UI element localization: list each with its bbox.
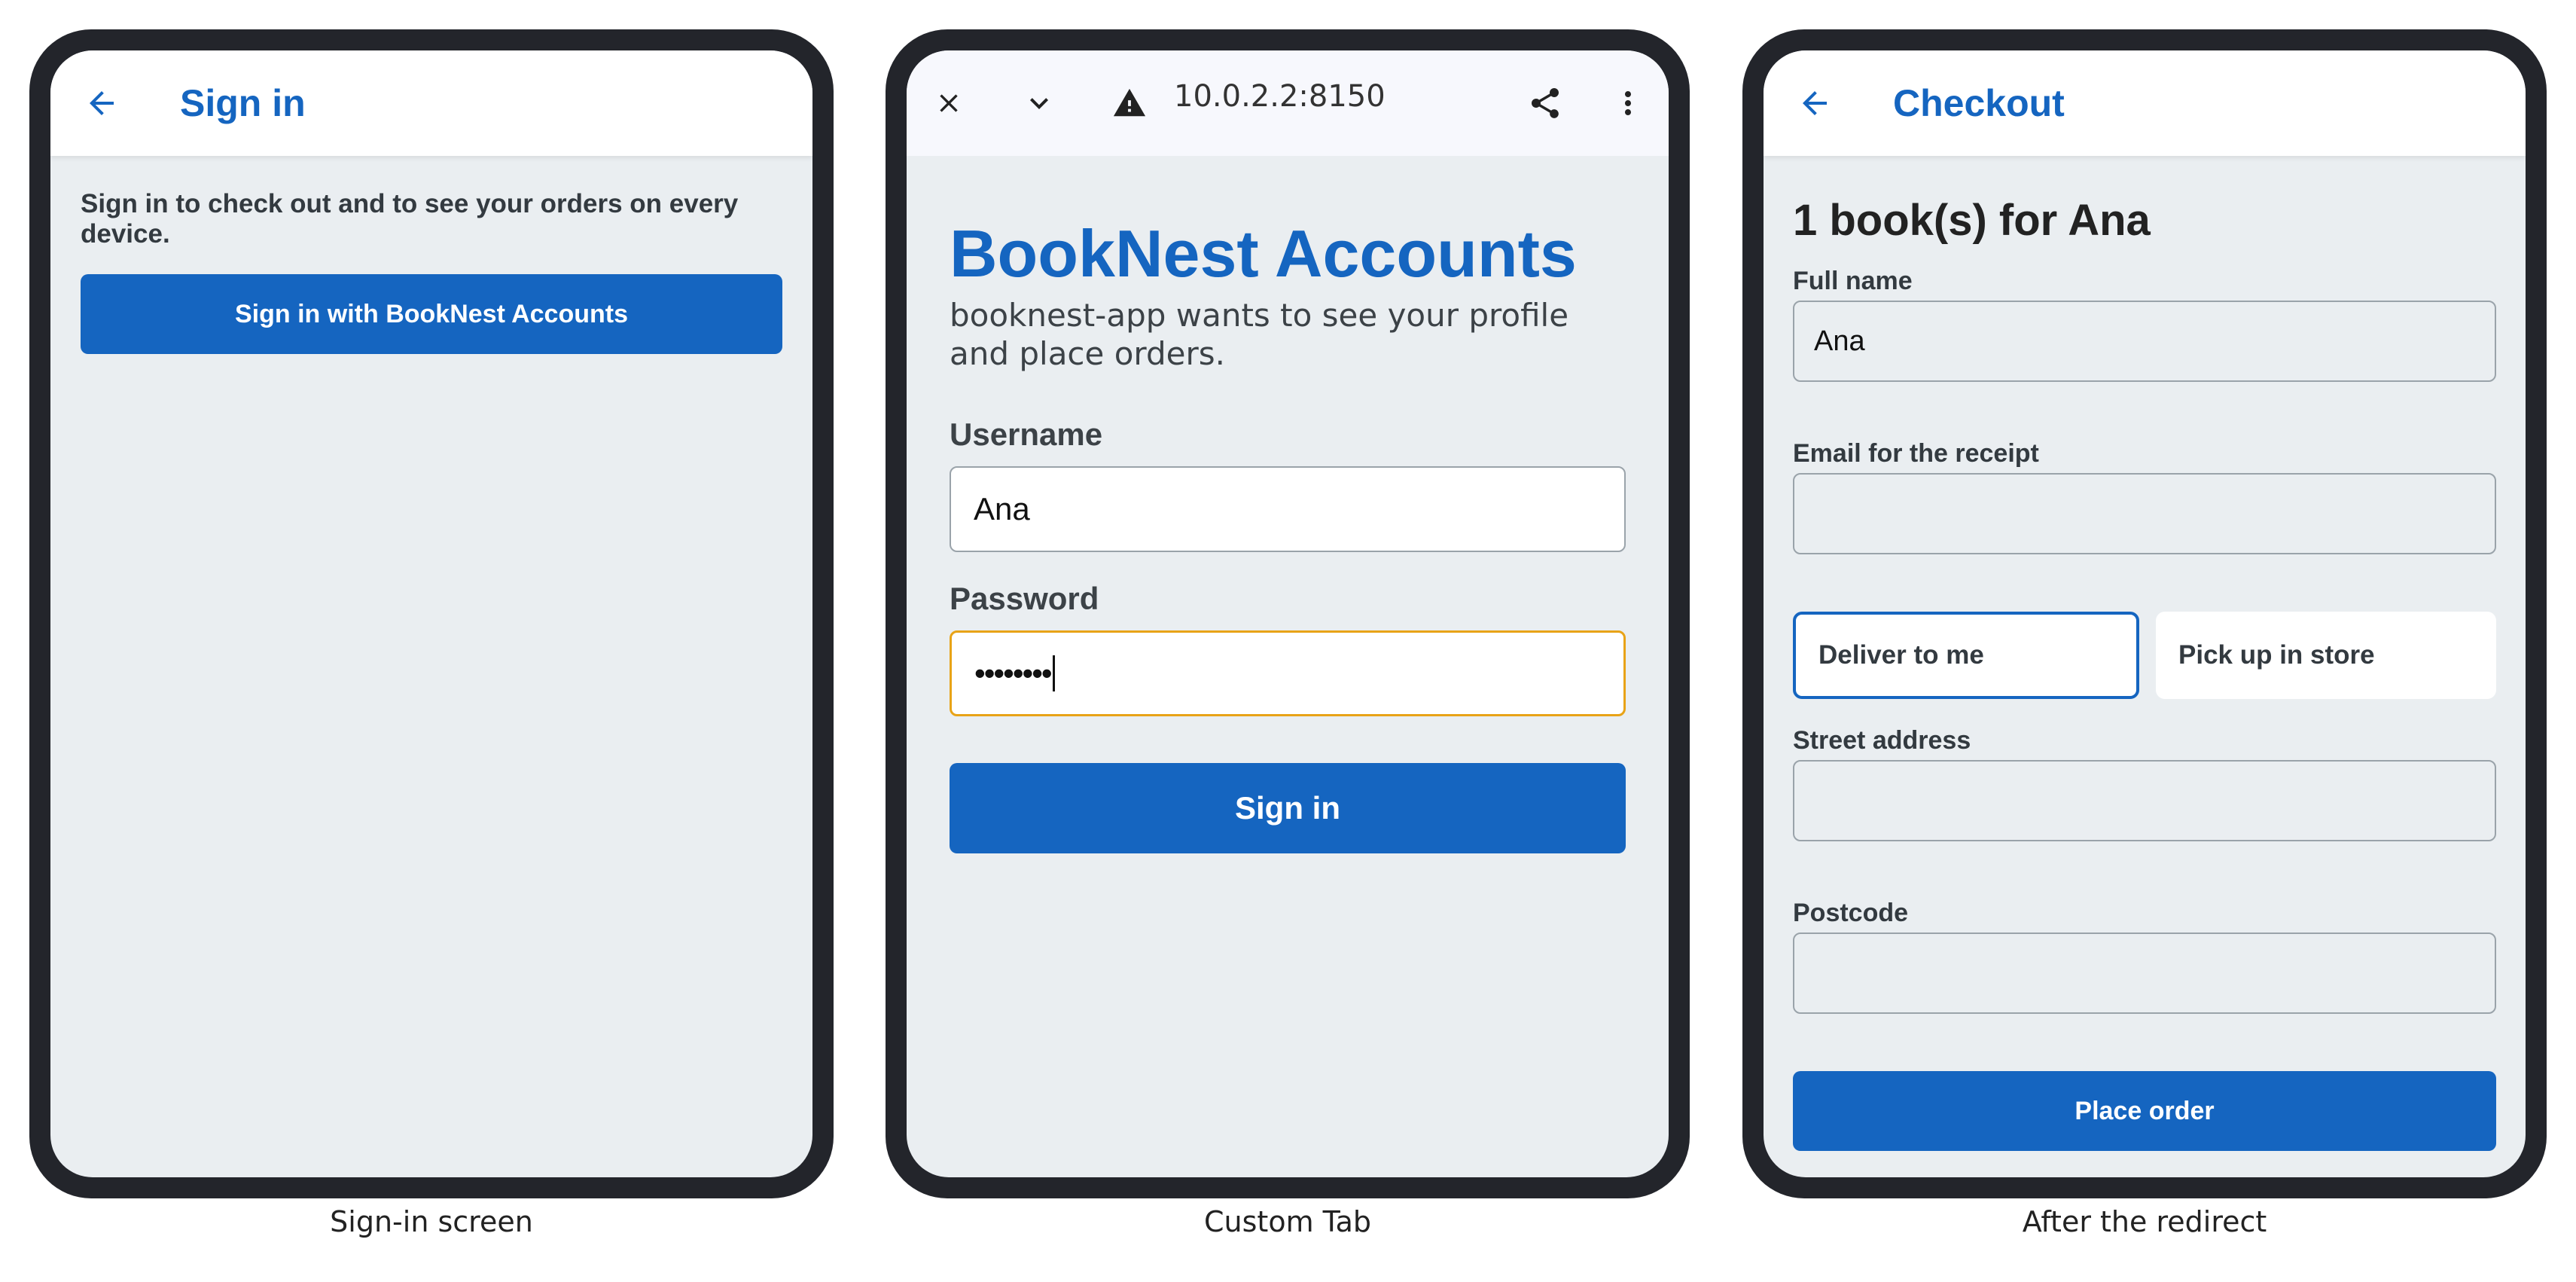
more-vert-icon[interactable]: [1607, 82, 1649, 124]
username-input[interactable]: Ana: [950, 466, 1626, 552]
warning-icon[interactable]: [1110, 84, 1149, 123]
caption-after-redirect: After the redirect: [2022, 1205, 2267, 1238]
app-bar-title: Checkout: [1893, 82, 2065, 124]
fullname-value: Ana: [1814, 325, 1865, 357]
fullname-input[interactable]: Ana: [1793, 301, 2496, 382]
username-label: Username: [950, 417, 1103, 452]
password-input[interactable]: ••••••••: [950, 630, 1626, 716]
signin-screen: Sign in Sign in to check out and to see …: [50, 50, 812, 1177]
phone-frame-custom-tab: 10.0.2.2:8150 BookNest Accounts booknest…: [886, 29, 1690, 1198]
phone-frame-signin: Sign in Sign in to check out and to see …: [29, 29, 834, 1198]
app-bar-title: Sign in: [180, 82, 306, 124]
custom-tab-toolbar: 10.0.2.2:8150: [907, 50, 1669, 156]
signin-with-booknest-button[interactable]: Sign in with BookNest Accounts: [81, 274, 782, 354]
postcode-input[interactable]: [1793, 933, 2496, 1014]
back-arrow-icon[interactable]: [1792, 81, 1837, 126]
street-input[interactable]: [1793, 760, 2496, 841]
back-arrow-icon[interactable]: [79, 81, 124, 126]
pick-up-in-store-option[interactable]: Pick up in store: [2156, 612, 2496, 699]
password-value: ••••••••: [974, 655, 1053, 691]
email-input[interactable]: [1793, 473, 2496, 554]
fullname-label: Full name: [1793, 267, 1913, 295]
postcode-label: Postcode: [1793, 899, 1909, 927]
checkout-screen: Checkout 1 book(s) for Ana Full name Ana…: [1764, 50, 2526, 1177]
accounts-heading: BookNest Accounts: [950, 216, 1577, 291]
signin-button[interactable]: Sign in: [950, 763, 1626, 853]
fulfillment-toggle: Deliver to me Pick up in store: [1793, 612, 2496, 699]
deliver-to-me-option[interactable]: Deliver to me: [1793, 612, 2139, 699]
share-icon[interactable]: [1524, 82, 1566, 124]
app-bar: Sign in: [50, 50, 812, 156]
custom-tab-screen: 10.0.2.2:8150 BookNest Accounts booknest…: [907, 50, 1669, 1177]
chevron-down-icon[interactable]: [1020, 84, 1059, 123]
caption-signin: Sign-in screen: [330, 1205, 533, 1238]
signin-description: Sign in to check out and to see your ord…: [81, 189, 739, 249]
app-bar: Checkout: [1764, 50, 2526, 156]
username-value: Ana: [974, 491, 1030, 527]
caption-custom-tab: Custom Tab: [1204, 1205, 1371, 1238]
email-label: Email for the receipt: [1793, 439, 2039, 468]
place-order-button[interactable]: Place order: [1793, 1071, 2496, 1151]
consent-subtitle: booknest-app wants to see your profile a…: [950, 297, 1569, 372]
password-label: Password: [950, 581, 1099, 616]
order-summary-heading: 1 book(s) for Ana: [1793, 196, 2151, 245]
url-text[interactable]: 10.0.2.2:8150: [1174, 79, 1386, 114]
text-caret: [1052, 655, 1055, 691]
close-icon[interactable]: [929, 84, 968, 123]
street-label: Street address: [1793, 726, 1971, 755]
phone-frame-checkout: Checkout 1 book(s) for Ana Full name Ana…: [1742, 29, 2547, 1198]
